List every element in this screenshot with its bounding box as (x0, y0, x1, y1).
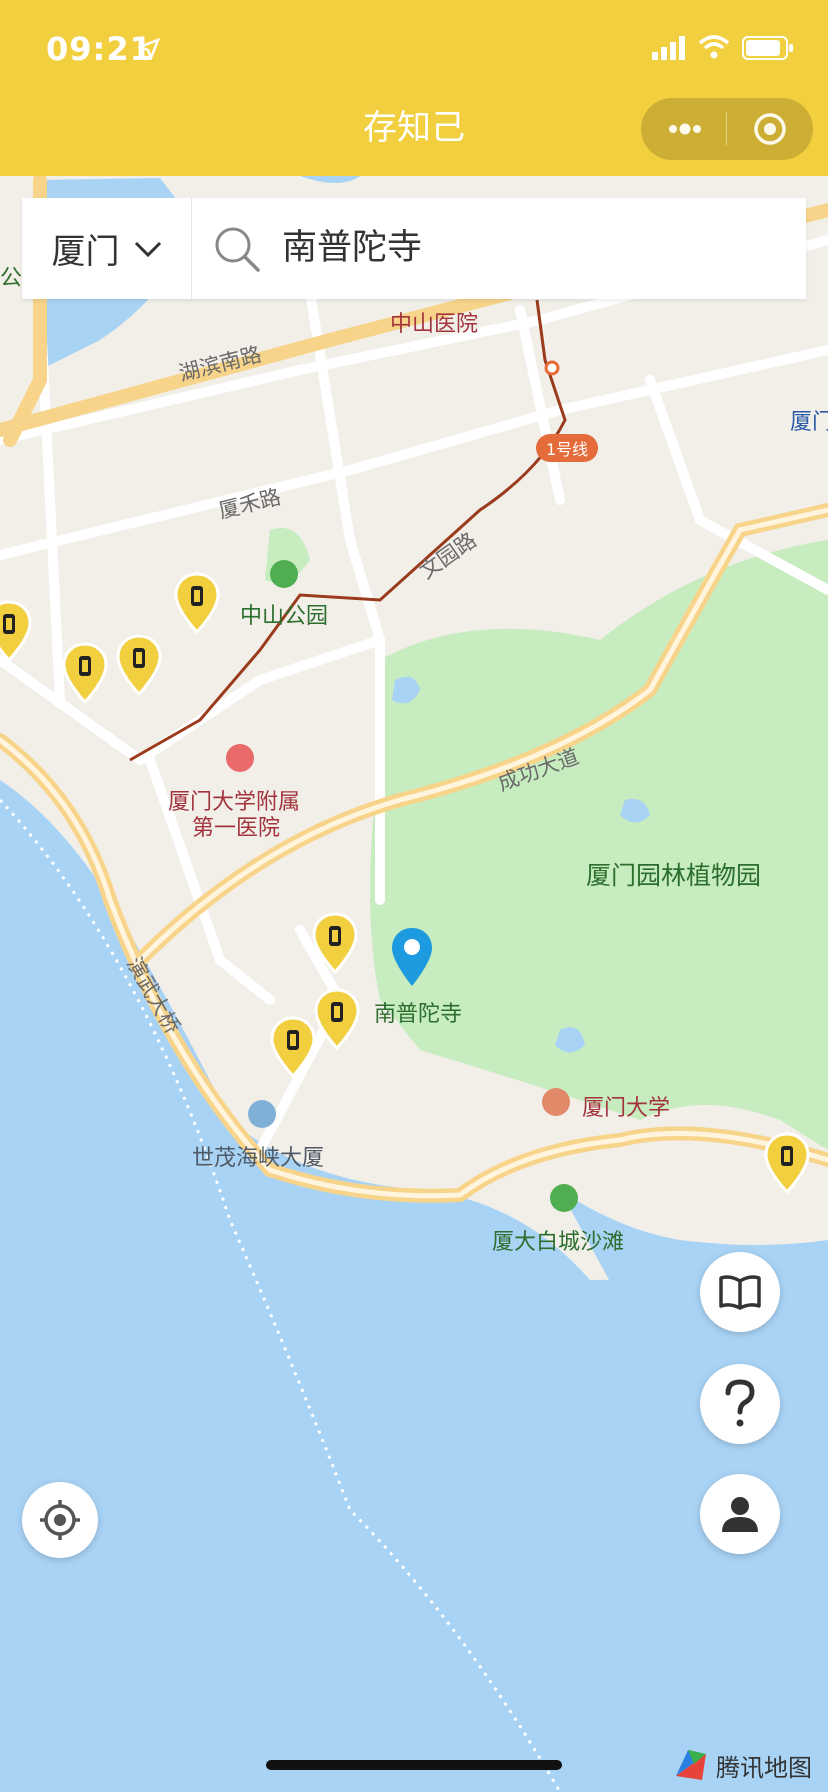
search-icon (215, 227, 260, 272)
city-label: 厦门 (51, 232, 120, 272)
close-miniprogram-icon[interactable] (751, 110, 789, 148)
battery-icon (742, 36, 793, 60)
book-icon (719, 1275, 761, 1310)
map-label-zhongshan-hospital[interactable]: 中山医院 (390, 306, 478, 338)
status-time: 09:21 (46, 30, 153, 68)
luggage-locker-icon[interactable] (764, 1132, 810, 1194)
locate-button[interactable] (22, 1482, 98, 1558)
park-icon (270, 560, 298, 588)
building-icon (248, 1100, 276, 1128)
mini-program-capsule (641, 98, 813, 160)
city-selector[interactable]: 厦门 (22, 198, 192, 299)
map-label-baicheng-beach[interactable]: 厦大白城沙滩 (492, 1224, 624, 1256)
camera-icon (550, 1184, 578, 1212)
map-label-xmu[interactable]: 厦门大学 (582, 1090, 670, 1122)
search-input[interactable]: 南普陀寺 (282, 198, 422, 299)
luggage-locker-icon[interactable] (62, 642, 108, 704)
hospital-icon (226, 744, 254, 772)
map-attribution: 腾讯地图 (672, 1746, 812, 1784)
luggage-locker-icon[interactable] (0, 600, 32, 662)
map-label-zhongshan-park[interactable]: 中山公园 (240, 598, 328, 630)
capsule-divider (726, 112, 727, 146)
locate-icon (40, 1500, 80, 1540)
wifi-icon (698, 35, 730, 59)
profile-button[interactable] (700, 1474, 780, 1554)
more-icon[interactable] (665, 114, 705, 144)
map-label-shimao[interactable]: 世茂海峡大厦 (192, 1140, 324, 1172)
map-label-nanputuo[interactable]: 南普陀寺 (374, 996, 462, 1028)
luggage-locker-icon[interactable] (312, 912, 358, 974)
signal-icon (652, 36, 685, 60)
luggage-locker-icon[interactable] (174, 572, 220, 634)
guide-button[interactable] (700, 1252, 780, 1332)
attribution-text: 腾讯地图 (716, 1753, 812, 1782)
person-icon (722, 1497, 758, 1532)
location-arrow-icon (138, 38, 160, 60)
chevron-down-icon (134, 241, 161, 257)
home-indicator (266, 1760, 562, 1770)
help-button[interactable] (700, 1364, 780, 1444)
location-marker-icon[interactable] (390, 926, 434, 988)
map-label-xmu-hospital-2[interactable]: 第一医院 (192, 810, 280, 842)
luggage-locker-icon[interactable] (116, 634, 162, 696)
tencent-map-logo-icon (676, 1750, 706, 1780)
question-icon (725, 1379, 755, 1427)
university-icon (542, 1088, 570, 1116)
map-label-edge-right: 厦门 (790, 410, 828, 435)
luggage-locker-icon[interactable] (270, 1016, 316, 1078)
luggage-locker-icon[interactable] (314, 988, 360, 1050)
search-bar: 厦门 南普陀寺 (22, 198, 806, 299)
status-bar: 09:21 (0, 0, 828, 100)
map-label-botanical-garden[interactable]: 厦门园林植物园 (586, 856, 761, 892)
navigation-bar: 存知己 (0, 98, 828, 176)
metro-line-badge: 1号线 (536, 434, 599, 462)
